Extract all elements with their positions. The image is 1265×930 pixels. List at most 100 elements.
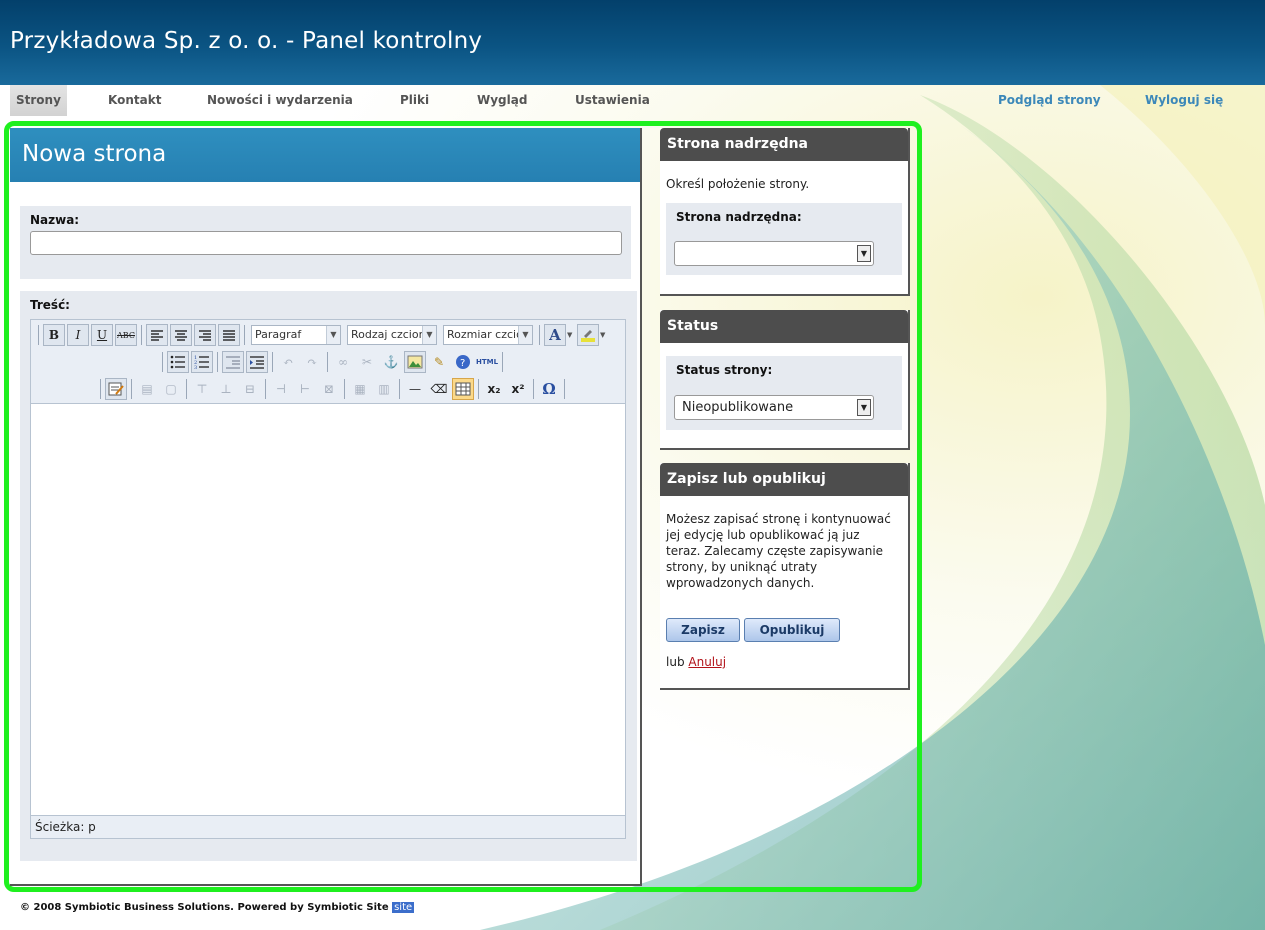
toolbar-separator	[265, 379, 266, 399]
align-justify-icon[interactable]	[218, 324, 240, 346]
insert-row-after-icon[interactable]: ⊥	[215, 378, 237, 400]
anchor-icon[interactable]: ⚓	[380, 351, 402, 373]
nav-item-kontakt[interactable]: Kontakt	[102, 85, 167, 116]
parent-page-label: Strona nadrzędna:	[676, 210, 802, 224]
undo-icon[interactable]: ↶	[277, 351, 299, 373]
publish-button[interactable]: Opublikuj	[744, 618, 840, 642]
parent-page-select[interactable]: ▼	[674, 241, 874, 266]
preview-page-link[interactable]: Podgląd strony	[992, 85, 1107, 116]
parent-page-title: Strona nadrzędna	[660, 128, 908, 161]
status-box: Status Status strony: Nieopublikowane ▼	[660, 310, 910, 450]
html-source-icon[interactable]: HTML	[476, 351, 498, 373]
indent-icon[interactable]	[246, 351, 268, 373]
status-select-value: Nieopublikowane	[682, 400, 794, 415]
save-button[interactable]: Zapisz	[666, 618, 740, 642]
toolbar-separator	[327, 352, 328, 372]
svg-text:3: 3	[194, 365, 197, 369]
align-left-icon[interactable]	[146, 324, 168, 346]
toolbar-separator	[141, 325, 142, 345]
table-props-icon[interactable]	[105, 378, 127, 400]
text-color-icon[interactable]: A	[544, 324, 566, 346]
status-select[interactable]: Nieopublikowane ▼	[674, 395, 874, 420]
nav-item-wyglad[interactable]: Wygląd	[471, 85, 533, 116]
image-icon[interactable]	[404, 351, 426, 373]
format-select[interactable]: Paragraf ▼	[251, 325, 341, 345]
italic-button[interactable]: I	[67, 324, 89, 346]
font-family-select[interactable]: Rodzaj czcionk ▼	[347, 325, 437, 345]
font-size-select[interactable]: Rozmiar czcion ▼	[443, 325, 533, 345]
parent-page-box: Strona nadrzędna Określ położenie strony…	[660, 128, 910, 296]
footer: © 2008 Symbiotic Business Solutions. Pow…	[10, 897, 415, 919]
rich-text-editor: B I U ABC Paragraf ▼ Rodzaj czcionk ▼ Ro…	[30, 319, 626, 839]
site-badge: site	[392, 902, 415, 913]
insert-col-after-icon[interactable]: ⊢	[294, 378, 316, 400]
nav-item-pliki[interactable]: Pliki	[394, 85, 435, 116]
special-char-icon[interactable]: Ω	[538, 378, 560, 400]
numbered-list-icon[interactable]: 123	[191, 351, 213, 373]
cell-props-icon[interactable]: ▢	[160, 378, 182, 400]
status-field-group: Status strony: Nieopublikowane ▼	[666, 356, 902, 430]
toolbar-row-2: 123 ↶ ↷ ∞ ✂ ⚓ ✎ ? HTML	[159, 350, 506, 374]
name-field-group: Nazwa:	[20, 206, 631, 279]
help-icon[interactable]: ?	[452, 351, 474, 373]
row-props-icon[interactable]: ▤	[136, 378, 158, 400]
toolbar-separator	[539, 325, 540, 345]
editor-toolbar: B I U ABC Paragraf ▼ Rodzaj czcionk ▼ Ro…	[31, 320, 625, 404]
strikethrough-button[interactable]: ABC	[115, 324, 137, 346]
superscript-icon[interactable]: x²	[507, 378, 529, 400]
cleanup-icon[interactable]: ✎	[428, 351, 450, 373]
horizontal-rule-icon[interactable]: —	[404, 378, 426, 400]
subscript-icon[interactable]: x₂	[483, 378, 505, 400]
insert-table-icon[interactable]	[452, 378, 474, 400]
chevron-down-icon[interactable]: ▼	[567, 331, 576, 339]
merge-cells-icon[interactable]: ▥	[373, 378, 395, 400]
chevron-down-icon: ▼	[422, 326, 436, 344]
parent-page-field-group: Strona nadrzędna: ▼	[666, 203, 902, 275]
link-icon[interactable]: ∞	[332, 351, 354, 373]
app-title: Przykładowa Sp. z o. o. - Panel kontroln…	[10, 28, 483, 54]
eraser-icon[interactable]: ⌫	[428, 378, 450, 400]
insert-col-before-icon[interactable]: ⊣	[270, 378, 292, 400]
align-center-icon[interactable]	[170, 324, 192, 346]
toolbar-separator	[131, 379, 132, 399]
chevron-down-icon: ▼	[857, 399, 871, 416]
footer-text: © 2008 Symbiotic Business Solutions. Pow…	[20, 902, 389, 913]
nav-item-ustawienia[interactable]: Ustawienia	[569, 85, 656, 116]
outdent-icon[interactable]	[222, 351, 244, 373]
split-cells-icon[interactable]: ▦	[349, 378, 371, 400]
toolbar-separator	[344, 379, 345, 399]
toolbar-separator	[478, 379, 479, 399]
delete-col-icon[interactable]: ⊠	[318, 378, 340, 400]
toolbar-separator	[186, 379, 187, 399]
name-input[interactable]	[30, 231, 622, 255]
status-title: Status	[660, 310, 908, 343]
parent-page-desc: Określ położenie strony.	[666, 177, 810, 191]
bold-button[interactable]: B	[43, 324, 65, 346]
highlight-color-icon[interactable]	[577, 324, 599, 346]
editor-content-area[interactable]	[31, 405, 625, 815]
bullet-list-icon[interactable]	[167, 351, 189, 373]
unlink-icon[interactable]: ✂	[356, 351, 378, 373]
chevron-down-icon[interactable]: ▼	[600, 331, 609, 339]
logout-link[interactable]: Wyloguj się	[1139, 85, 1229, 116]
delete-row-icon[interactable]: ⊟	[239, 378, 261, 400]
toolbar-row-1: B I U ABC Paragraf ▼ Rodzaj czcionk ▼ Ro…	[35, 323, 609, 347]
insert-row-before-icon[interactable]: ⊤	[191, 378, 213, 400]
redo-icon[interactable]: ↷	[301, 351, 323, 373]
toolbar-separator	[244, 325, 245, 345]
chevron-down-icon: ▼	[857, 245, 871, 262]
cancel-link[interactable]: Anuluj	[688, 655, 726, 669]
status-label: Status strony:	[676, 363, 773, 377]
publish-box: Zapisz lub opublikuj Możesz zapisać stro…	[660, 463, 910, 690]
nav-item-strony[interactable]: Strony	[10, 85, 67, 116]
nav-item-nowosci[interactable]: Nowości i wydarzenia	[201, 85, 359, 116]
align-right-icon[interactable]	[194, 324, 216, 346]
toolbar-separator	[162, 352, 163, 372]
toolbar-separator	[533, 379, 534, 399]
or-label: lub	[666, 655, 685, 669]
font-family-select-value: Rodzaj czcionk	[351, 328, 432, 341]
cancel-line: lub Anuluj	[666, 655, 726, 669]
toolbar-separator	[564, 379, 565, 399]
underline-button[interactable]: U	[91, 324, 113, 346]
editor-path: Ścieżka: p	[31, 815, 625, 838]
